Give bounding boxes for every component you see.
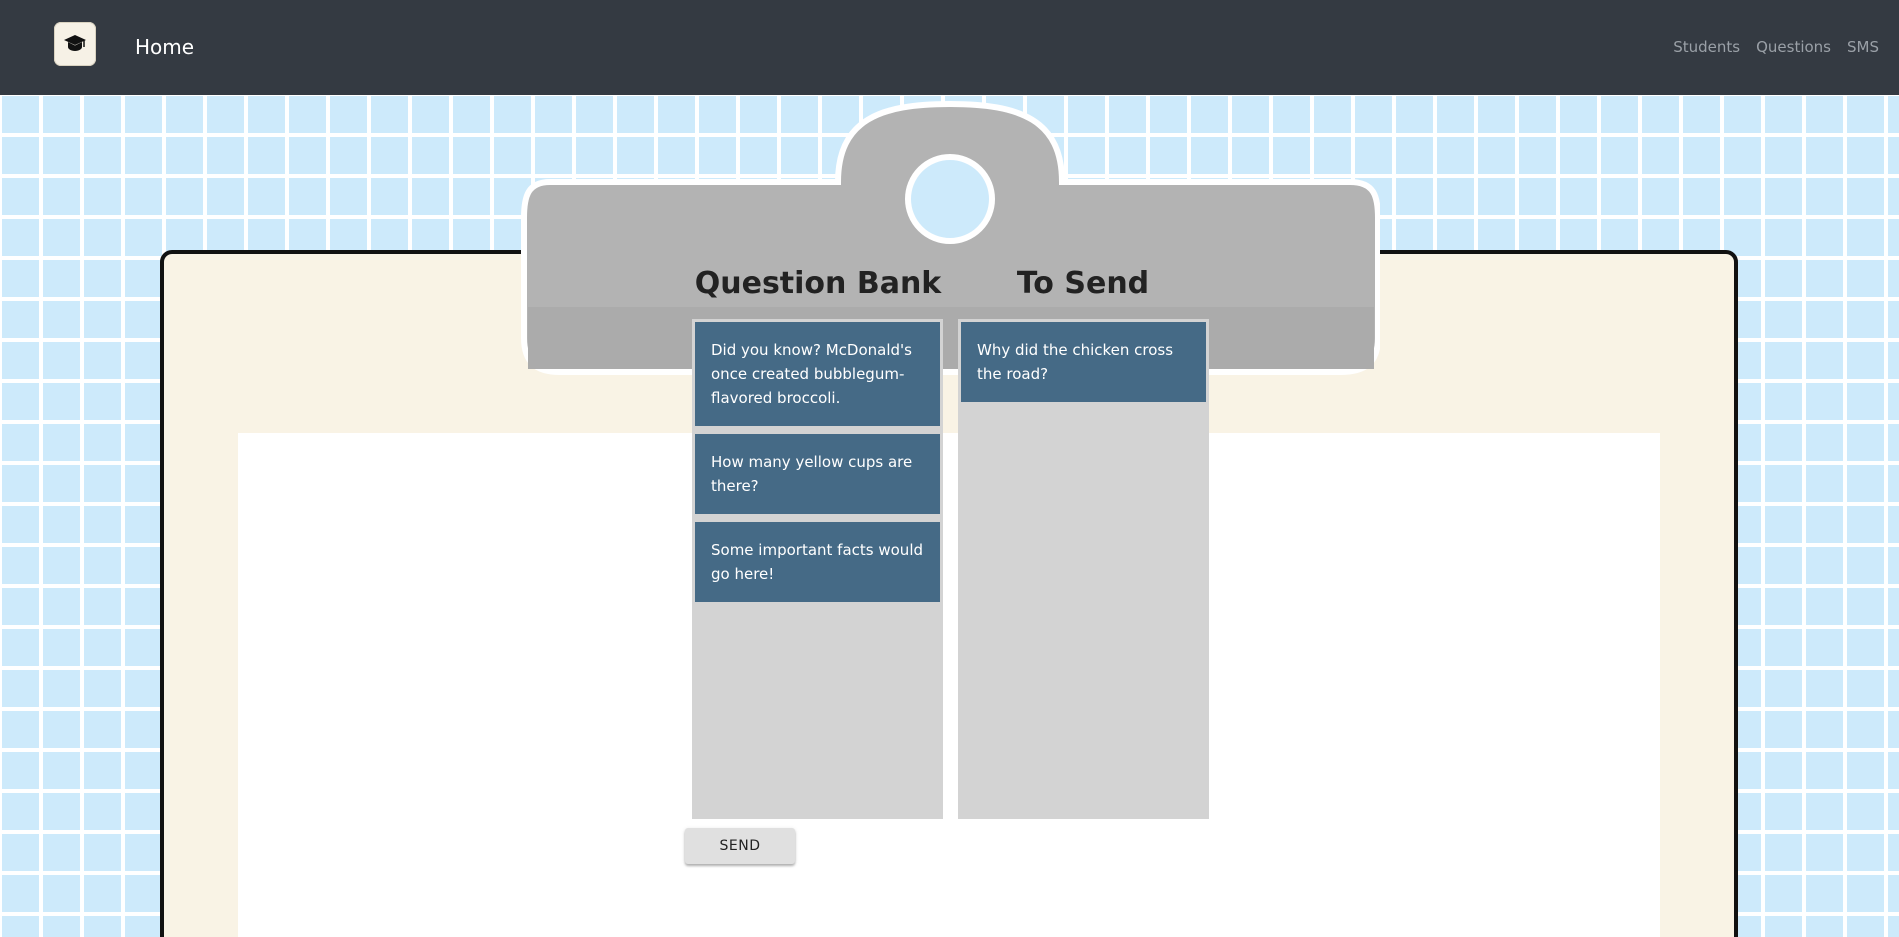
clipboard-paper bbox=[238, 433, 1660, 937]
question-bank-heading: Question Bank bbox=[694, 266, 942, 301]
nav-link-students[interactable]: Students bbox=[1673, 38, 1740, 56]
question-bank-list[interactable]: Did you know? McDonald's once created bu… bbox=[692, 319, 943, 819]
app-logo[interactable] bbox=[54, 22, 96, 66]
to-send-list[interactable]: Why did the chicken cross the road? bbox=[958, 319, 1209, 819]
to-send-heading: To Send bbox=[1016, 266, 1150, 301]
question-card[interactable]: Did you know? McDonald's once created bu… bbox=[695, 322, 940, 426]
send-button[interactable]: SEND bbox=[685, 828, 795, 864]
navbar: Home Students Questions SMS bbox=[0, 0, 1899, 95]
question-card[interactable]: How many yellow cups are there? bbox=[695, 434, 940, 514]
nav-link-questions[interactable]: Questions bbox=[1756, 38, 1831, 56]
nav-link-sms[interactable]: SMS bbox=[1847, 38, 1879, 56]
question-card[interactable]: Why did the chicken cross the road? bbox=[961, 322, 1206, 402]
question-card[interactable]: Some important facts would go here! bbox=[695, 522, 940, 602]
graduation-cap-icon bbox=[64, 35, 86, 51]
clipboard-clip-icon bbox=[521, 100, 1380, 375]
nav-links: Students Questions SMS bbox=[1657, 38, 1879, 56]
home-link[interactable]: Home bbox=[135, 35, 194, 59]
